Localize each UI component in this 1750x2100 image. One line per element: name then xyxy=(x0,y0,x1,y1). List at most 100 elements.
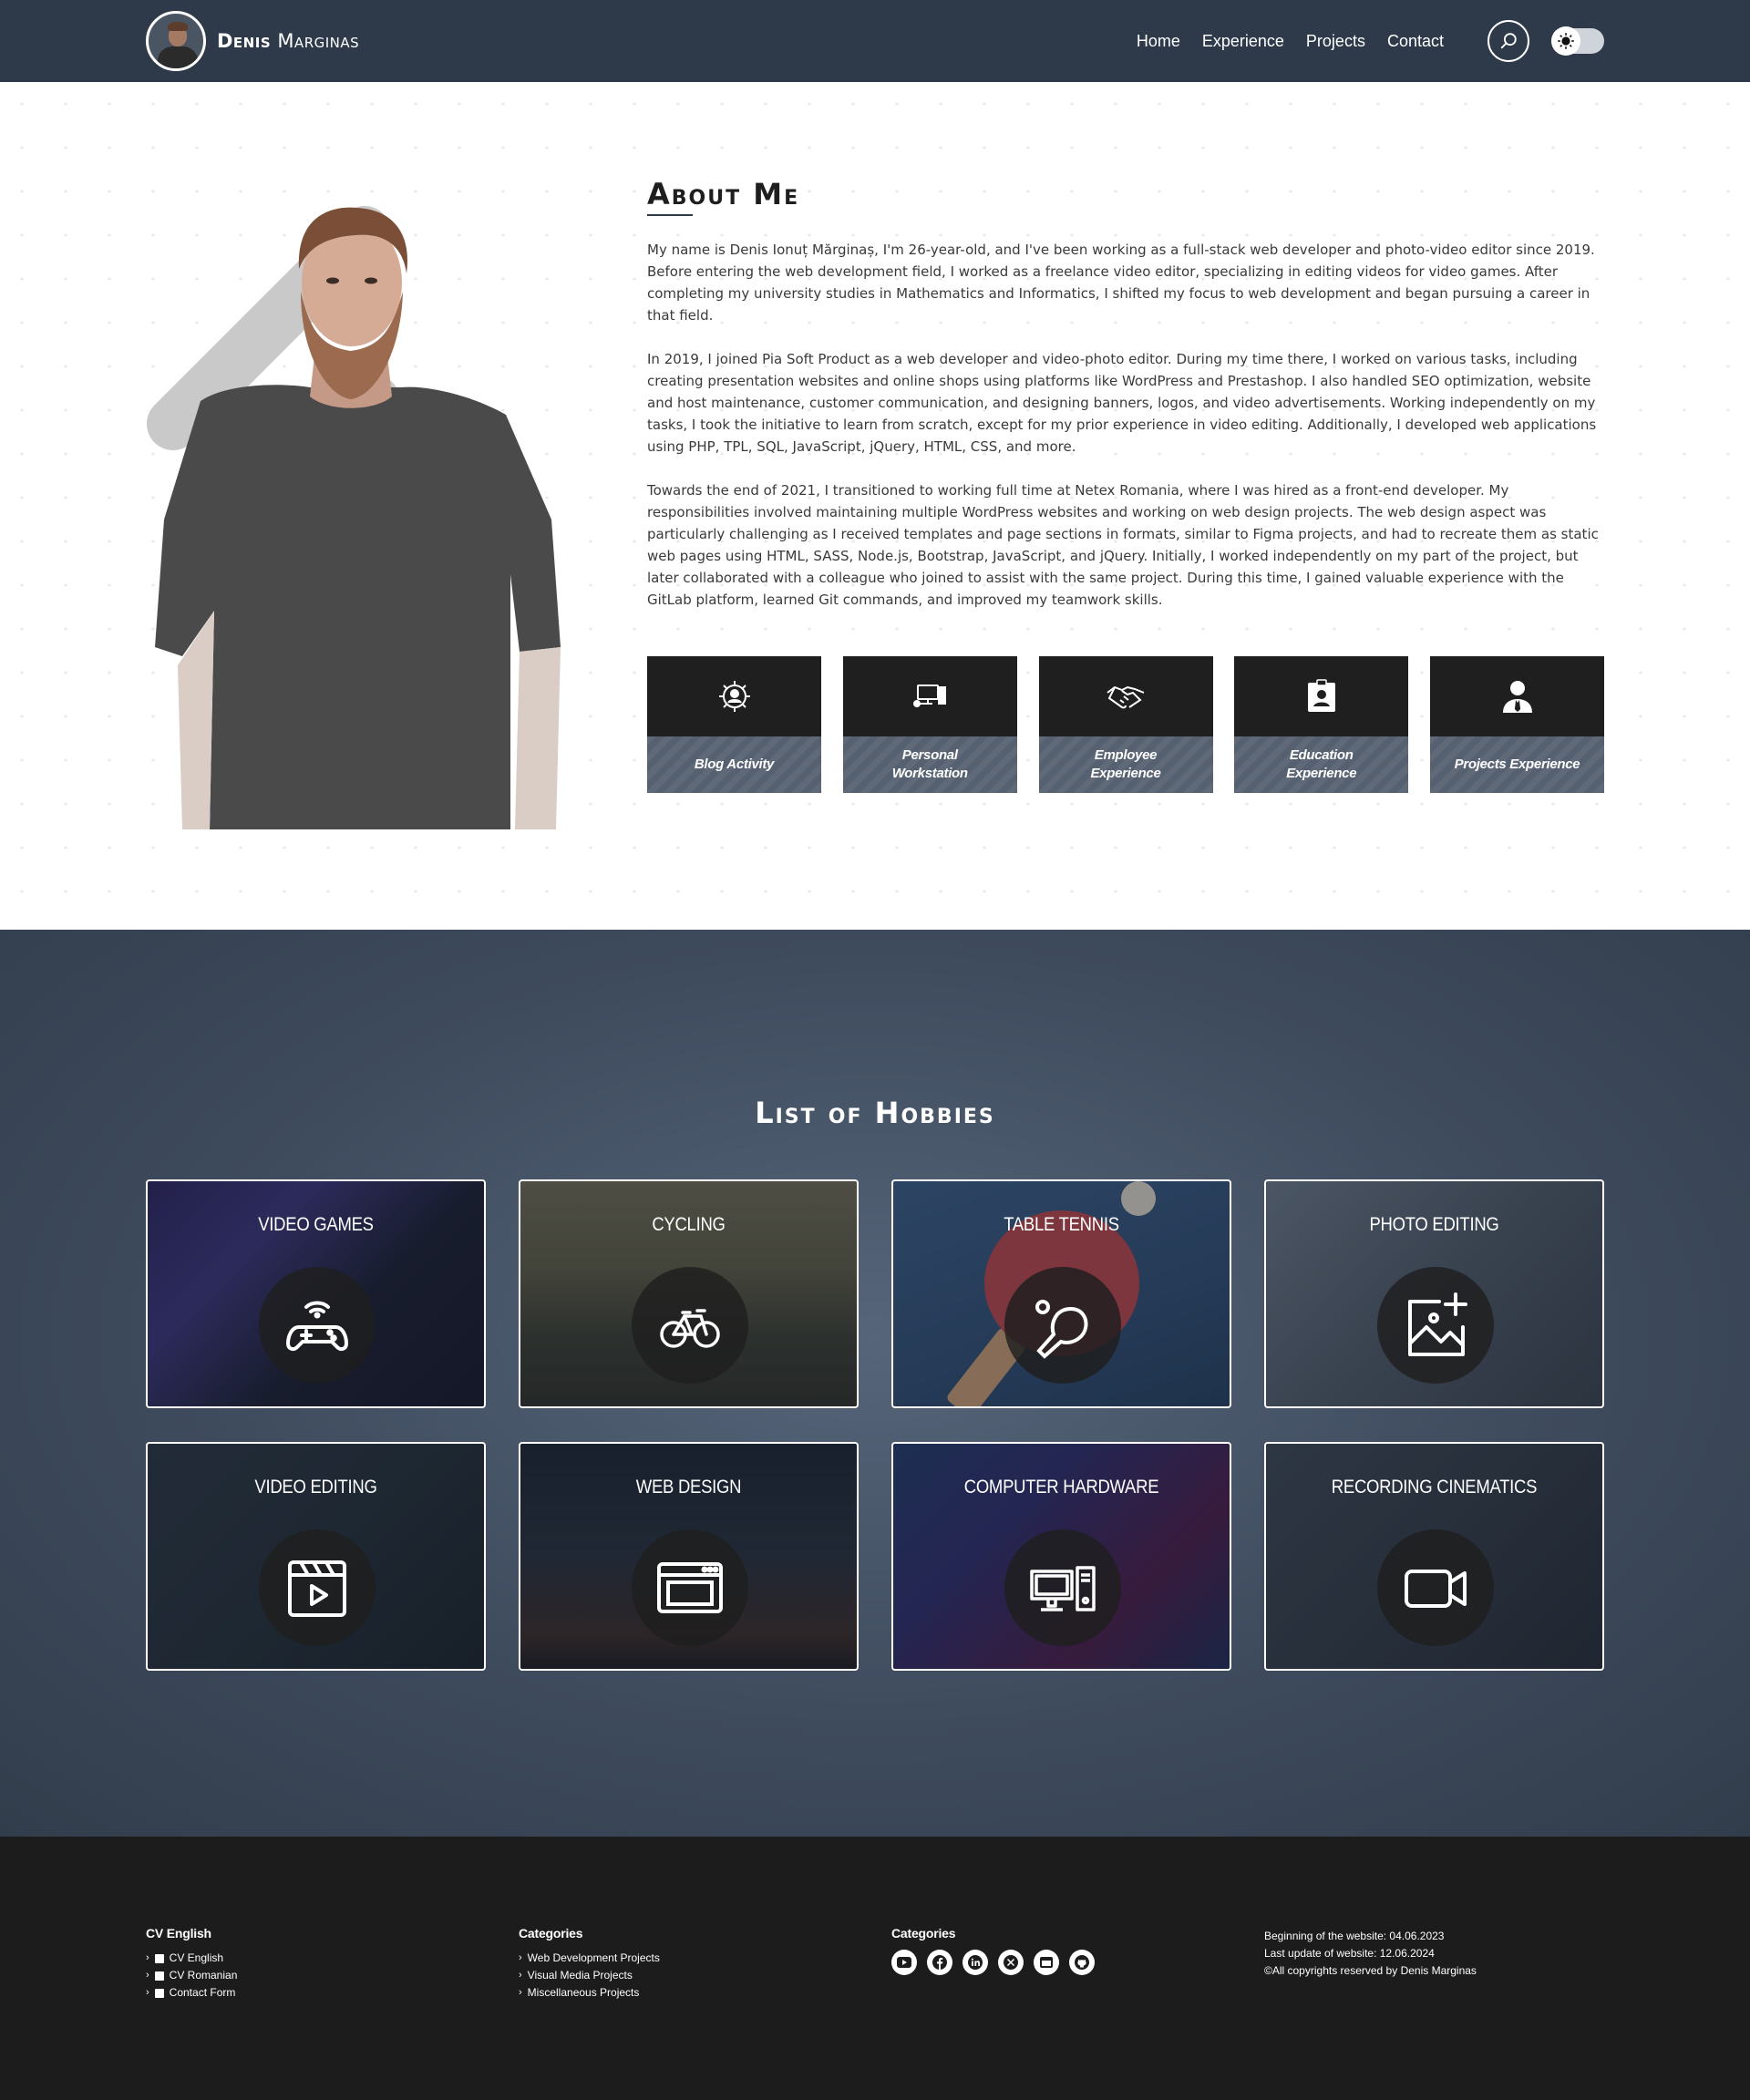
hobby-card-video-games[interactable]: Video Games xyxy=(146,1179,486,1408)
card-projects-experience[interactable]: Projects Experience xyxy=(1430,656,1604,793)
hobby-label: Video Games xyxy=(258,1214,374,1235)
hobby-label: Web Design xyxy=(635,1477,742,1498)
image-plus-icon xyxy=(1408,1292,1467,1356)
workstation-icon xyxy=(913,685,947,707)
footer-link-cv-romanian[interactable]: › CV Romanian xyxy=(146,1967,237,1984)
footer-cv-column: CV English › CV English › CV Romanian › Con… xyxy=(146,1926,237,2002)
hobby-label: Table Tennis xyxy=(1004,1214,1119,1235)
nav-projects[interactable]: Projects xyxy=(1306,32,1365,51)
website-icon xyxy=(1040,1957,1053,1968)
about-cards: Blog Activity Personal Workstation Employ… xyxy=(647,656,1604,793)
hobby-label: Computer Hardware xyxy=(963,1477,1159,1498)
hobby-card-video-editing[interactable]: Video Editing xyxy=(146,1442,486,1671)
handshake-icon xyxy=(1107,685,1145,709)
form-icon xyxy=(154,1988,164,1998)
about-text: My name is Denis Ionuț Mărginaș, I'm 26-… xyxy=(647,239,1604,633)
search-button[interactable] xyxy=(1488,20,1529,62)
linkedin-link[interactable] xyxy=(962,1950,988,1975)
chevron-right-icon: › xyxy=(519,1987,522,1998)
about-paragraph: My name is Denis Ionuț Mărginaș, I'm 26-… xyxy=(647,242,1595,324)
video-camera-icon xyxy=(1405,1570,1467,1608)
main-nav: Home Experience Projects Contact xyxy=(1115,0,1444,82)
footer-column-title: Categories xyxy=(519,1926,583,1940)
card-education-experience[interactable]: Education Experience xyxy=(1234,656,1409,793)
footer-link-cv-english[interactable]: › CV English xyxy=(146,1950,237,1967)
brand-first-name: Denis xyxy=(217,30,272,52)
youtube-link[interactable] xyxy=(891,1950,917,1975)
card-personal-workstation[interactable]: Personal Workstation xyxy=(842,656,1017,793)
footer-social-column: Categories xyxy=(891,1926,1105,1975)
hobby-card-photo-editing[interactable]: Photo Editing xyxy=(1264,1179,1604,1408)
hobby-card-table-tennis[interactable]: Table Tennis xyxy=(891,1179,1231,1408)
footer-link-visual-media[interactable]: › Visual Media Projects xyxy=(519,1967,660,1984)
chevron-right-icon: › xyxy=(519,1952,522,1963)
chevron-right-icon: › xyxy=(146,1970,149,1981)
card-label: Employee xyxy=(1094,747,1158,763)
nav-home[interactable]: Home xyxy=(1137,32,1180,51)
id-badge-icon xyxy=(1307,679,1335,712)
linkedin-icon xyxy=(968,1955,983,1970)
facebook-link[interactable] xyxy=(927,1950,952,1975)
desktop-computer-icon xyxy=(1030,1566,1096,1611)
ping-pong-icon xyxy=(1035,1300,1088,1359)
hobby-card-recording-cinematics[interactable]: Recording Cinematics xyxy=(1264,1442,1604,1671)
avatar xyxy=(146,11,206,71)
footer-link-contact-form[interactable]: › Contact Form xyxy=(146,1984,237,2002)
hobbies-title: List of Hobbies xyxy=(755,1096,995,1130)
x-link[interactable] xyxy=(998,1950,1024,1975)
hobby-label: Recording Cinematics xyxy=(1331,1477,1538,1498)
gear-user-icon xyxy=(718,681,750,712)
card-label: Experience xyxy=(1286,766,1357,781)
card-blog-activity[interactable]: Blog Activity xyxy=(647,656,821,793)
about-paragraph: In 2019, I joined Pia Soft Product as a … xyxy=(647,351,1597,455)
chevron-right-icon: › xyxy=(146,1987,149,1998)
nav-experience[interactable]: Experience xyxy=(1202,32,1284,51)
hobby-label: Cycling xyxy=(652,1214,726,1235)
site-footer: CV English › CV English › CV Romanian › Con… xyxy=(0,1837,1750,2100)
about-paragraph: Towards the end of 2021, I transitioned … xyxy=(647,482,1599,608)
user-tie-icon xyxy=(1502,681,1532,713)
footer-link-web-development[interactable]: › Web Development Projects xyxy=(519,1950,660,1967)
search-icon xyxy=(1500,33,1517,49)
about-section: About Me My name is Denis Ionuț Mărginaș… xyxy=(0,82,1750,930)
gamepad-icon xyxy=(285,1301,349,1352)
footer-categories-column: Categories › Web Development Projects › Vi… xyxy=(519,1926,660,2002)
hobbies-section: List of Hobbies Video Games Cycling Tabl… xyxy=(0,930,1750,1837)
card-label: Experience xyxy=(1090,766,1161,781)
card-label: Workstation xyxy=(891,766,968,781)
footer-column-title: CV English xyxy=(146,1926,211,1940)
document-icon xyxy=(154,1971,164,1981)
card-employee-experience[interactable]: Employee Experience xyxy=(1038,656,1213,793)
website-link[interactable] xyxy=(1034,1950,1059,1975)
chevron-right-icon: › xyxy=(146,1952,149,1963)
card-label: Education xyxy=(1289,747,1354,763)
hobby-card-web-design[interactable]: Web Design xyxy=(519,1442,859,1671)
document-icon xyxy=(154,1953,164,1963)
hobby-label: Video Editing xyxy=(254,1477,377,1498)
hobby-card-cycling[interactable]: Cycling xyxy=(519,1179,859,1408)
github-icon xyxy=(1075,1955,1089,1970)
brand-logo-link[interactable]: Denis Marginas xyxy=(146,11,359,71)
brand-last-name: Marginas xyxy=(277,30,360,52)
sun-icon xyxy=(1558,33,1574,49)
site-start-date: Beginning of the website: 04.06.2023 xyxy=(1264,1930,1445,1942)
hobby-label: Photo Editing xyxy=(1369,1214,1499,1235)
browser-window-icon xyxy=(657,1562,723,1613)
facebook-icon xyxy=(932,1955,947,1970)
hobby-card-computer-hardware[interactable]: Computer Hardware xyxy=(891,1442,1231,1671)
clapperboard-icon xyxy=(288,1560,346,1617)
card-label: Blog Activity xyxy=(694,757,775,772)
footer-info-column: Beginning of the website: 04.06.2023 Las… xyxy=(1264,1928,1477,1980)
footer-column-title: Categories xyxy=(891,1926,956,1940)
card-label: Projects Experience xyxy=(1454,757,1580,772)
site-last-update: Last update of website: 12.06.2024 xyxy=(1264,1947,1435,1960)
nav-contact[interactable]: Contact xyxy=(1387,32,1444,51)
theme-toggle[interactable] xyxy=(1551,26,1604,56)
card-label: Personal xyxy=(901,747,958,763)
site-header: Denis Marginas Home Experience Projects … xyxy=(0,0,1750,82)
youtube-icon xyxy=(897,1957,911,1968)
chevron-right-icon: › xyxy=(519,1970,522,1981)
copyright-text: ©All copyrights reserved by Denis Margin… xyxy=(1264,1964,1477,1977)
github-link[interactable] xyxy=(1069,1950,1095,1975)
footer-link-miscellaneous[interactable]: › Miscellaneous Projects xyxy=(519,1984,660,2002)
